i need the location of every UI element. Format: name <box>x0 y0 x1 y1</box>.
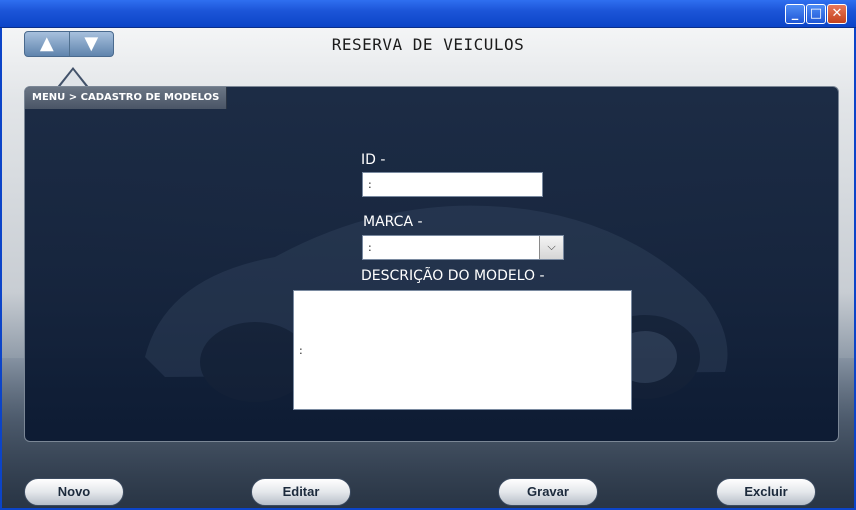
marca-value: : <box>368 241 372 254</box>
form-panel: MENU > CADASTRO DE MODELOS ID - : MARCA … <box>24 86 839 442</box>
editar-button[interactable]: Editar <box>251 478 351 506</box>
window-titlebar: _ □ ✕ <box>0 0 856 28</box>
descricao-label: DESCRIÇÃO DO MODELO - <box>361 268 545 284</box>
breadcrumb: MENU > CADASTRO DE MODELOS <box>25 87 228 109</box>
minimize-icon[interactable]: _ <box>785 4 805 24</box>
id-label: ID - <box>361 152 386 168</box>
novo-button[interactable]: Novo <box>24 478 124 506</box>
marca-select[interactable]: : ⌵ <box>362 235 564 260</box>
close-icon[interactable]: ✕ <box>827 4 847 24</box>
descricao-value: : <box>299 344 303 357</box>
gravar-button[interactable]: Gravar <box>498 478 598 506</box>
id-field[interactable]: : <box>362 172 543 197</box>
maximize-icon[interactable]: □ <box>806 4 826 24</box>
descricao-textarea[interactable]: : <box>293 290 632 410</box>
chevron-down-icon[interactable]: ⌵ <box>539 236 563 259</box>
marca-label: MARCA - <box>363 214 423 230</box>
page-title: RESERVA DE VEICULOS <box>331 35 525 54</box>
app-window: ▲ ▼ RESERVA DE VEICULOS MENU > CADASTRO … <box>0 28 856 510</box>
excluir-button[interactable]: Excluir <box>716 478 816 506</box>
